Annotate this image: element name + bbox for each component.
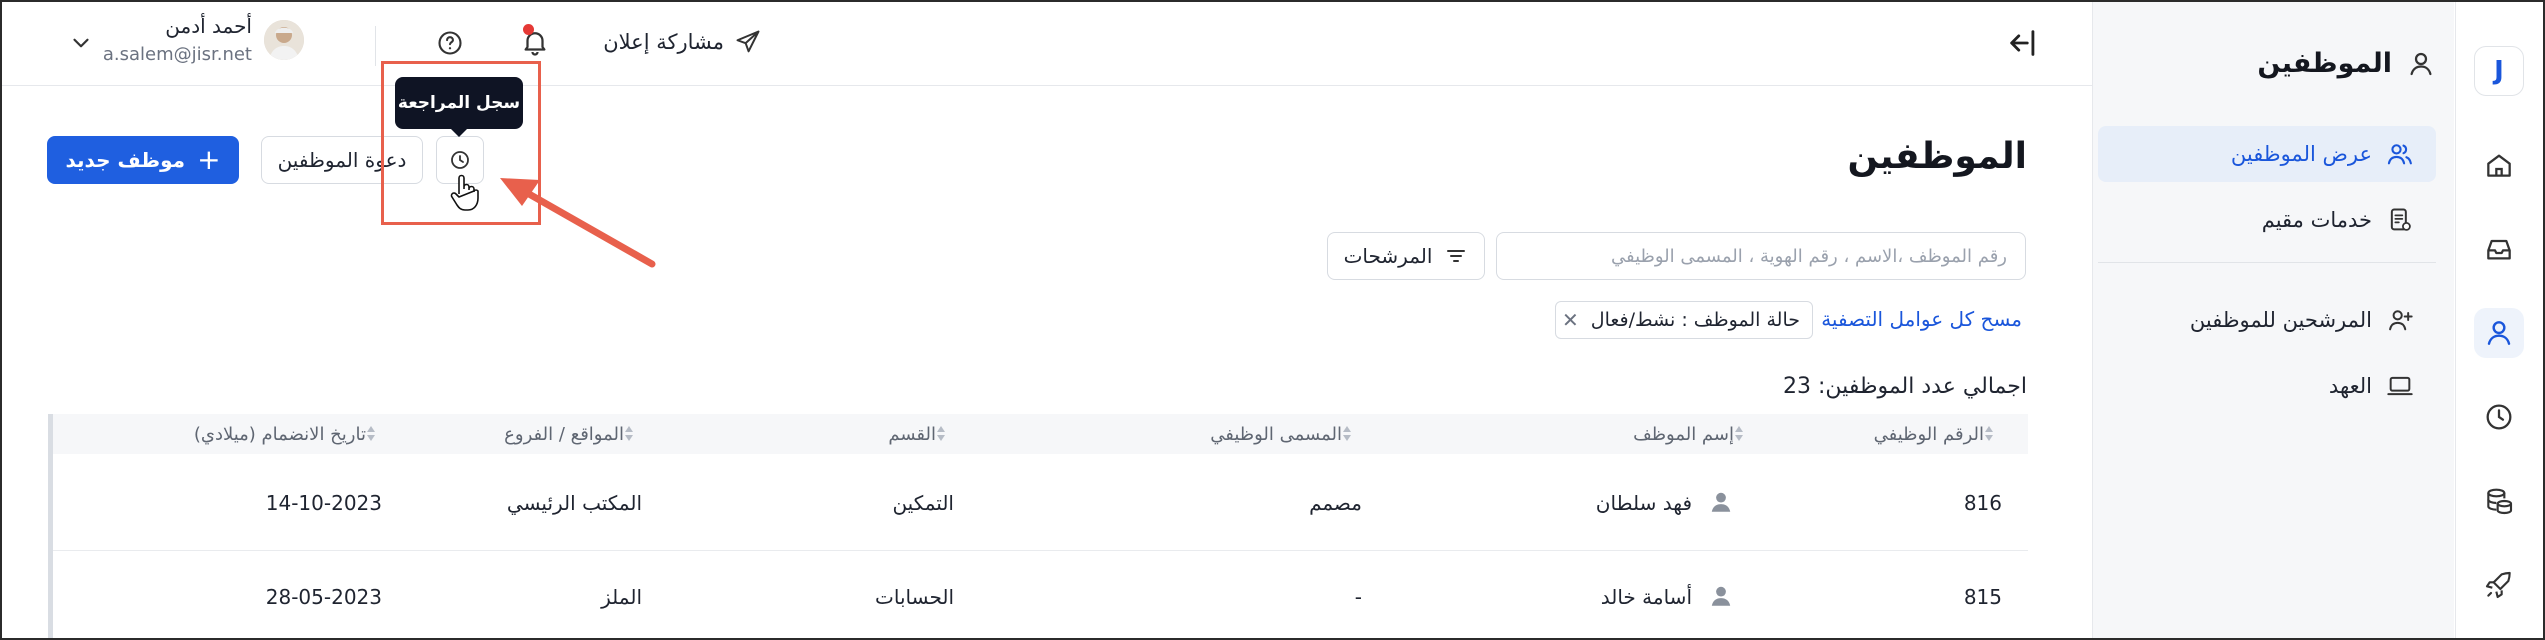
coins-icon[interactable]: [2474, 476, 2524, 526]
column-header-name[interactable]: إسم الموظف: [1382, 414, 1752, 454]
close-icon[interactable]: ✕: [1562, 308, 1579, 332]
cell-id: 816: [1963, 491, 2002, 515]
search-input[interactable]: رقم الموظف ،الاسم ، رقم الهوية ، المسمى …: [1496, 232, 2026, 280]
users-icon: [2386, 140, 2414, 168]
column-header-department[interactable]: القسم: [692, 414, 954, 454]
clock-icon[interactable]: [2474, 392, 2524, 442]
divider: [375, 26, 376, 66]
plus-icon: +: [197, 143, 221, 176]
document-icon: [2386, 206, 2414, 234]
sidebar-item-view-employees[interactable]: عرض الموظفين: [2098, 126, 2436, 182]
hand-cursor-icon: [450, 172, 480, 212]
cell-join-date: 14-10-2023: [265, 491, 382, 515]
icon-rail: J: [2455, 2, 2543, 638]
cell-join-date: 28-05-2023: [265, 585, 382, 609]
cell-department: التمكين: [892, 491, 954, 515]
cell-location: الملز: [601, 585, 642, 609]
column-header-name-label: إسم الموظف: [1633, 423, 1734, 445]
send-icon: [734, 28, 762, 56]
logo-letter: J: [2494, 56, 2504, 86]
cell-name[interactable]: فهد سلطان: [1452, 491, 1692, 515]
sidebar-item-label: العهد: [2328, 374, 2372, 398]
sidenav-header: الموظفين: [2116, 48, 2436, 79]
column-header-title[interactable]: المسمى الوظيفي: [1002, 414, 1360, 454]
inbox-icon[interactable]: [2474, 224, 2524, 274]
column-header-join-date-label: تاريخ الانضمام (ميلادي): [193, 423, 366, 445]
annotation-arrow: [500, 178, 656, 268]
chevron-down-icon[interactable]: [68, 30, 94, 56]
new-employee-label: موظف جديد: [65, 148, 186, 172]
user-icon: [1708, 489, 1734, 515]
filter-icon: [1444, 244, 1468, 268]
column-header-location[interactable]: المواقع / الفروع: [422, 414, 642, 454]
page-title: الموظفين: [1847, 136, 2027, 177]
total-employees: اجمالي عدد الموظفين: 23: [1783, 374, 2027, 399]
top-bar: أحمد أدمن a.salem@jisr.net مشاركة إعلان: [2, 2, 2096, 86]
cell-location: المكتب الرئيسي: [506, 491, 642, 515]
share-announcement-button[interactable]: مشاركة إعلان: [602, 24, 762, 60]
avatar[interactable]: [264, 20, 304, 60]
divider: [2098, 262, 2436, 263]
column-header-title-label: المسمى الوظيفي: [1210, 423, 1342, 445]
search-placeholder: رقم الموظف ،الاسم ، رقم الهوية ، المسمى …: [1611, 245, 2007, 267]
share-announcement-label: مشاركة إعلان: [603, 30, 724, 54]
cell-name[interactable]: أسامة خالد: [1452, 585, 1692, 609]
column-header-department-label: القسم: [888, 423, 936, 445]
tooltip-text: سجل المراجعة: [397, 93, 521, 113]
side-nav: الموظفين عرض الموظفين خدمات مقيم المرشحي…: [2092, 2, 2454, 638]
tooltip: سجل المراجعة: [395, 77, 523, 129]
sidebar-item-muqeem-services[interactable]: خدمات مقيم: [2098, 192, 2436, 248]
column-header-join-date[interactable]: تاريخ الانضمام (ميلادي): [152, 414, 384, 454]
cell-title: مصمم: [1309, 491, 1362, 515]
laptop-icon: [2386, 372, 2414, 400]
clear-filters-link[interactable]: مسح كل عوامل التصفية: [1792, 307, 2022, 331]
sidebar-item-custody[interactable]: العهد: [2098, 358, 2436, 414]
cell-id: 815: [1963, 585, 2002, 609]
rocket-icon[interactable]: [2474, 560, 2524, 610]
app-logo[interactable]: J: [2474, 46, 2524, 96]
app-window: أحمد أدمن a.salem@jisr.net مشاركة إعلان …: [0, 0, 2545, 640]
tooltip-arrow: [450, 128, 468, 137]
collapse-sidebar-icon[interactable]: [2006, 26, 2040, 60]
sidebar-item-label: المرشحين للموظفين: [2189, 308, 2372, 332]
cell-title: -: [1354, 585, 1362, 609]
new-employee-button[interactable]: + موظف جديد: [47, 136, 239, 184]
user-email: a.salem@jisr.net: [102, 44, 252, 65]
column-header-location-label: المواقع / الفروع: [504, 423, 624, 445]
sidebar-item-label: خدمات مقيم: [2261, 208, 2372, 232]
user-plus-icon: [2386, 306, 2414, 334]
sidenav-title: الموظفين: [2257, 48, 2392, 79]
sidebar-item-label: عرض الموظفين: [2230, 142, 2372, 166]
employees-icon[interactable]: [2474, 308, 2524, 358]
filter-chip[interactable]: حالة الموظف : نشط/فعال ✕: [1555, 301, 1813, 339]
sidebar-item-candidates[interactable]: المرشحين للموظفين: [2098, 292, 2436, 348]
filter-chip-label: حالة الموظف : نشط/فعال: [1590, 309, 1800, 331]
filters-button[interactable]: المرشحات: [1327, 232, 1485, 280]
notification-dot: [523, 24, 534, 35]
column-header-id[interactable]: الرقم الوظيفي: [1782, 414, 2002, 454]
user-icon: [2406, 49, 2436, 79]
column-header-id-label: الرقم الوظيفي: [1873, 423, 1984, 445]
cell-department: الحسابات: [875, 585, 954, 609]
user-icon: [1708, 583, 1734, 609]
help-icon[interactable]: [436, 29, 464, 57]
filters-label: المرشحات: [1343, 244, 1433, 268]
home-icon[interactable]: [2474, 140, 2524, 190]
user-name: أحمد أدمن: [165, 14, 252, 38]
